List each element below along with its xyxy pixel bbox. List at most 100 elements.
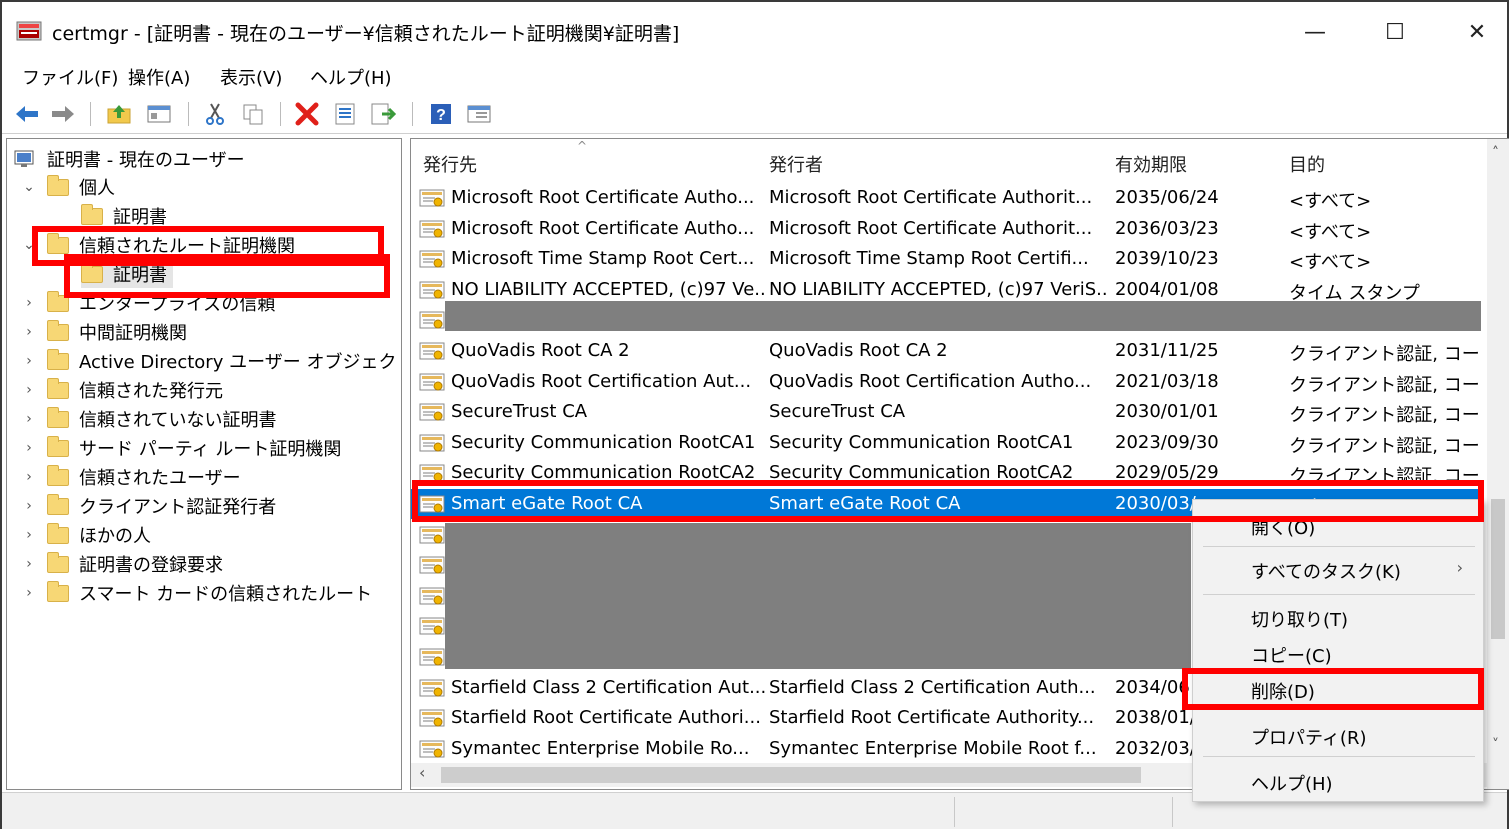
table-row[interactable]: Microsoft Root Certificate Autho... Micro… (411, 183, 1481, 213)
show-hide-tree-icon[interactable] (144, 100, 174, 128)
certmgr-window: certmgr - [証明書 - 現在のユーザー¥信頼されたルート証明機関¥証明… (0, 0, 1509, 829)
folder-icon (47, 406, 69, 428)
column-header-expiration[interactable]: 有効期限 (1115, 151, 1187, 177)
folder-icon (47, 522, 69, 544)
tree-node-untrusted[interactable]: › 信頼されていない証明書 (21, 405, 276, 433)
folder-icon (47, 551, 69, 573)
chevron-right-icon[interactable]: › (21, 469, 37, 485)
table-row[interactable]: QuoVadis Root Certification Aut... QuoVad… (411, 367, 1481, 397)
context-menu: 開く(O) すべてのタスク(K) › 切り取り(T) コピー(C) 削除(D) … (1192, 499, 1484, 802)
table-row[interactable]: Microsoft Time Stamp Root Cert... Microso… (411, 244, 1481, 274)
title-bar: certmgr - [証明書 - 現在のユーザー¥信頼されたルート証明機関¥証明… (2, 2, 1507, 58)
table-row[interactable]: Security Communication RootCA1 Security C… (411, 428, 1481, 458)
tree-node-label: 信頼された発行元 (79, 381, 223, 402)
delete-icon[interactable] (292, 100, 322, 128)
table-row[interactable]: Microsoft Root Certificate Autho... Micro… (411, 214, 1481, 244)
certificate-store-icon (14, 150, 34, 167)
tree-node-enrollment-requests[interactable]: › 証明書の登録要求 (21, 550, 223, 578)
forward-icon[interactable] (48, 100, 78, 128)
cell-purpose: クライアント認証, コード... (1289, 466, 1479, 488)
tree-node-active-directory[interactable]: › Active Directory ユーザー オブジェクト (21, 347, 401, 375)
chevron-right-icon[interactable]: › (21, 324, 37, 340)
menu-action[interactable]: 操作(A) (128, 64, 190, 90)
menu-help[interactable]: ヘルプ(H) (310, 64, 392, 90)
folder-icon (47, 435, 69, 457)
tree-node-trusted-root[interactable]: ⌄ 信頼されたルート証明機関 (21, 231, 295, 259)
certificate-icon (419, 403, 445, 421)
scroll-down-icon[interactable]: ˅ (1492, 737, 1499, 753)
window-title: certmgr - [証明書 - 現在のユーザー¥信頼されたルート証明機関¥証明… (52, 23, 680, 45)
back-icon[interactable] (12, 100, 42, 128)
help-icon[interactable]: ? (426, 100, 456, 128)
context-menu-all-tasks[interactable]: すべてのタスク(K) (1251, 558, 1401, 584)
folder-icon (47, 232, 69, 254)
table-row[interactable]: SecureTrust CA SecureTrust CA 2030/01/01 クラ… (411, 397, 1481, 427)
tree-node-smart-card-root[interactable]: › スマート カードの信頼されたルート (21, 579, 372, 607)
tree-node-trusted-root-certificates[interactable]: 証明書 (81, 260, 173, 288)
redacted-area (445, 301, 1481, 331)
cell-expiration: 2004/01/08 (1115, 278, 1219, 300)
certificate-icon (419, 220, 445, 238)
chevron-right-icon[interactable]: › (21, 382, 37, 398)
tree-node-personal-certificates[interactable]: 証明書 (81, 202, 167, 230)
cell-issued-to: Starfield Class 2 Certification Aut... (451, 676, 765, 698)
chevron-down-icon[interactable]: ⌄ (21, 179, 37, 195)
tree-node-intermediate[interactable]: › 中間証明機関 (21, 318, 187, 346)
tree-node-trusted-publishers[interactable]: › 信頼された発行元 (21, 376, 223, 404)
scrollbar-thumb[interactable] (441, 767, 1141, 783)
cut-icon[interactable] (200, 100, 230, 128)
maximize-button[interactable]: ☐ (1372, 12, 1418, 52)
vertical-scrollbar[interactable]: ˄ ˅ (1487, 139, 1509, 789)
tree-node-third-party-root[interactable]: › サード パーティ ルート証明機関 (21, 434, 341, 462)
chevron-right-icon[interactable]: › (21, 353, 37, 369)
tree-root-label: 証明書 - 現在のユーザー (47, 150, 245, 171)
minimize-button[interactable]: — (1292, 12, 1338, 52)
export-icon[interactable] (368, 100, 398, 128)
menu-file[interactable]: ファイル(F) (22, 64, 118, 90)
chevron-right-icon[interactable]: › (21, 498, 37, 514)
up-folder-icon[interactable] (104, 100, 134, 128)
certificate-icon (419, 648, 445, 666)
chevron-right-icon[interactable]: › (21, 295, 37, 311)
scrollbar-thumb[interactable] (1491, 499, 1505, 639)
tree-node-enterprise-trust[interactable]: › エンタープライズの信頼 (21, 289, 275, 317)
chevron-right-icon[interactable]: › (21, 440, 37, 456)
cell-issued-by: Symantec Enterprise Mobile Root f... (769, 737, 1097, 759)
scroll-left-icon[interactable]: ‹ (419, 763, 425, 782)
cell-issued-to: Starfield Root Certificate Authori... (451, 707, 761, 729)
chevron-right-icon[interactable]: › (21, 585, 37, 601)
cell-issued-by: Security Communication RootCA1 (769, 431, 1074, 453)
column-header-issued-to[interactable]: 発行先 (423, 151, 477, 177)
chevron-right-icon[interactable]: › (21, 411, 37, 427)
close-button[interactable]: ✕ (1454, 12, 1500, 52)
tree-root[interactable]: 証明書 - 現在のユーザー (13, 145, 245, 173)
folder-icon (47, 580, 69, 602)
copy-icon[interactable] (238, 100, 268, 128)
tree-node-other-people[interactable]: › ほかの人 (21, 521, 151, 549)
menu-view[interactable]: 表示(V) (220, 64, 282, 90)
column-header-purpose[interactable]: 目的 (1289, 151, 1325, 177)
column-header-issued-by[interactable]: 発行者 (769, 151, 823, 177)
cell-issued-by: QuoVadis Root CA 2 (769, 340, 948, 361)
context-menu-properties[interactable]: プロパティ(R) (1251, 724, 1366, 750)
tree-node-personal[interactable]: ⌄ 個人 (21, 173, 115, 201)
chevron-right-icon[interactable]: › (21, 556, 37, 572)
scroll-up-icon[interactable]: ˄ (1492, 145, 1499, 161)
cell-expiration: 2023/09/30 (1115, 431, 1219, 453)
context-menu-help[interactable]: ヘルプ(H) (1251, 770, 1333, 796)
context-menu-open[interactable]: 開く(O) (1251, 514, 1315, 540)
table-row[interactable]: QuoVadis Root CA 2 QuoVadis Root CA 2 2031… (411, 336, 1481, 366)
view-icon[interactable] (464, 100, 494, 128)
context-menu-cut[interactable]: 切り取り(T) (1251, 606, 1348, 632)
context-menu-copy[interactable]: コピー(C) (1251, 642, 1332, 668)
certificate-icon (419, 556, 445, 574)
properties-icon[interactable] (330, 100, 360, 128)
chevron-right-icon[interactable]: › (21, 527, 37, 543)
cell-expiration: 2029/05/29 (1115, 462, 1219, 484)
table-row[interactable]: Security Communication RootCA2 Security C… (411, 458, 1481, 488)
cell-purpose: クライアント認証, コード... (1289, 435, 1479, 457)
tree-node-client-auth-issuers[interactable]: › クライアント認証発行者 (21, 492, 276, 520)
tree-node-trusted-people[interactable]: › 信頼されたユーザー (21, 463, 241, 491)
chevron-down-icon[interactable]: ⌄ (21, 237, 37, 253)
context-menu-delete[interactable]: 削除(D) (1251, 678, 1315, 704)
